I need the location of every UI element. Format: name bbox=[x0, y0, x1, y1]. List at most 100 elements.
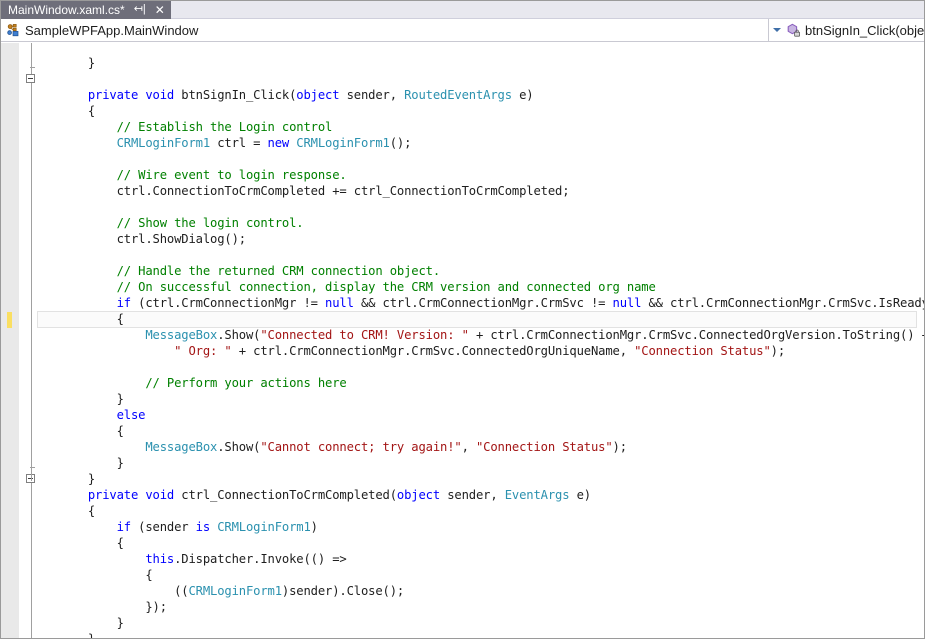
code-token: )sender).Close(); bbox=[281, 584, 405, 598]
code-line[interactable]: { bbox=[30, 503, 95, 519]
code-token: { bbox=[30, 504, 96, 518]
code-line[interactable]: CRMLoginForm1 ctrl = new CRMLoginForm1()… bbox=[30, 135, 412, 151]
code-token: ctrl_ConnectionToCrmCompleted( bbox=[174, 488, 397, 502]
chevron-down-icon[interactable] bbox=[770, 23, 783, 37]
current-line-highlight bbox=[37, 311, 917, 328]
class-icon bbox=[5, 22, 21, 38]
code-token: } bbox=[30, 616, 124, 630]
code-line[interactable]: // Wire event to login response. bbox=[30, 167, 347, 183]
code-line[interactable]: private void btnSignIn_Click(object send… bbox=[30, 87, 534, 103]
code-token: CRMLoginForm1 bbox=[188, 584, 282, 598]
code-token: ); bbox=[612, 440, 628, 454]
code-line[interactable]: }); bbox=[30, 599, 167, 615]
type-dropdown[interactable]: SampleWPFApp.MainWindow bbox=[1, 19, 769, 41]
code-line[interactable]: { bbox=[30, 103, 95, 119]
code-line[interactable]: else bbox=[30, 407, 146, 423]
code-line[interactable]: if (sender is CRMLoginForm1) bbox=[30, 519, 318, 535]
code-line[interactable]: ctrl.ConnectionToCrmCompleted += ctrl_Co… bbox=[30, 183, 570, 199]
code-text-layer[interactable]: } private void btnSignIn_Click(object se… bbox=[1, 43, 924, 638]
code-token: (sender bbox=[130, 520, 196, 534]
code-line[interactable]: // On successful connection, display the… bbox=[30, 279, 656, 295]
code-token: "Connection Status" bbox=[634, 344, 771, 358]
code-line[interactable]: { bbox=[30, 567, 152, 583]
code-line[interactable]: } bbox=[30, 631, 95, 638]
code-token: { bbox=[30, 536, 124, 550]
code-line[interactable]: // Show the login control. bbox=[30, 215, 304, 231]
code-token: // On successful connection, display the… bbox=[116, 280, 656, 294]
code-line[interactable]: // Handle the returned CRM connection ob… bbox=[30, 263, 441, 279]
code-token: (ctrl.CrmConnectionMgr != bbox=[130, 296, 326, 310]
code-line[interactable]: ((CRMLoginForm1)sender).Close(); bbox=[30, 583, 404, 599]
code-token: MessageBox bbox=[145, 440, 218, 454]
document-tab-label: MainWindow.xaml.cs* bbox=[8, 3, 125, 17]
member-dropdown[interactable]: btnSignIn_Click(object bbox=[783, 19, 925, 41]
code-token: sender, bbox=[440, 488, 505, 502]
code-line[interactable]: " Org: " + ctrl.CrmConnectionMgr.CrmSvc.… bbox=[30, 343, 785, 359]
visual-studio-editor-window: MainWindow.xaml.cs* ↤| ✕ SampleWPFApp.Ma… bbox=[0, 0, 925, 639]
code-token: void bbox=[145, 488, 175, 502]
code-token: void bbox=[145, 88, 175, 102]
code-token: + ctrl.CrmConnectionMgr.CrmSvc.Connected… bbox=[231, 344, 635, 358]
pin-icon[interactable]: ↤| bbox=[134, 3, 146, 15]
code-token: // Handle the returned CRM connection ob… bbox=[116, 264, 441, 278]
code-line[interactable]: ctrl.ShowDialog(); bbox=[30, 231, 247, 247]
code-line[interactable]: // Perform your actions here bbox=[30, 375, 346, 391]
code-token: } bbox=[30, 56, 96, 70]
code-line[interactable]: this.Dispatcher.Invoke(() => bbox=[30, 551, 346, 567]
code-line[interactable]: } bbox=[30, 391, 124, 407]
code-token: "Connected to CRM! Version: " bbox=[260, 328, 469, 342]
code-token: }); bbox=[30, 600, 167, 614]
code-line[interactable]: { bbox=[30, 535, 124, 551]
code-token: } bbox=[30, 456, 124, 470]
code-line[interactable]: { bbox=[30, 311, 124, 327]
code-token: private bbox=[87, 488, 139, 502]
code-line[interactable]: if (ctrl.CrmConnectionMgr != null && ctr… bbox=[30, 295, 924, 311]
code-token: && ctrl.CrmConnectionMgr.CrmSvc != bbox=[353, 296, 613, 310]
code-line[interactable]: { bbox=[30, 423, 124, 439]
code-token: , bbox=[461, 440, 476, 454]
code-editor[interactable]: } private void btnSignIn_Click(object se… bbox=[1, 43, 924, 638]
code-token: ctrl.ShowDialog(); bbox=[30, 232, 247, 246]
close-icon[interactable]: ✕ bbox=[155, 4, 165, 16]
member-dropdown-label: btnSignIn_Click(object bbox=[805, 22, 925, 38]
code-token: CRMLoginForm1 bbox=[116, 136, 211, 150]
code-token: if bbox=[116, 520, 132, 534]
code-line[interactable]: MessageBox.Show("Connected to CRM! Versi… bbox=[30, 327, 924, 343]
code-line[interactable]: private void ctrl_ConnectionToCrmComplet… bbox=[30, 487, 591, 503]
code-token: null bbox=[325, 296, 354, 310]
code-token: ) bbox=[310, 520, 318, 534]
code-line[interactable]: // Establish the Login control bbox=[30, 119, 333, 135]
navigation-bar: SampleWPFApp.MainWindow btnSignIn_Click(… bbox=[1, 19, 924, 42]
code-line[interactable]: } bbox=[30, 455, 124, 471]
code-token: new bbox=[267, 136, 290, 150]
code-token: e) bbox=[569, 488, 592, 502]
code-token: (( bbox=[30, 584, 189, 598]
code-token: .Show( bbox=[217, 328, 261, 342]
code-token: // Show the login control. bbox=[116, 216, 304, 230]
code-line[interactable]: } bbox=[30, 471, 95, 487]
code-token: sender, bbox=[339, 88, 405, 102]
code-token: ); bbox=[770, 344, 786, 358]
document-tab-mainwindow-xaml-cs[interactable]: MainWindow.xaml.cs* ↤| ✕ bbox=[1, 1, 171, 19]
code-line[interactable]: } bbox=[30, 615, 124, 631]
code-line[interactable]: MessageBox.Show("Cannot connect; try aga… bbox=[30, 439, 627, 455]
code-token: this bbox=[145, 552, 175, 566]
code-token: object bbox=[396, 488, 441, 502]
code-token: .Dispatcher.Invoke(() => bbox=[174, 552, 347, 566]
code-line[interactable]: } bbox=[30, 55, 95, 71]
code-token: else bbox=[116, 408, 146, 422]
document-tab-strip: MainWindow.xaml.cs* ↤| ✕ bbox=[1, 1, 924, 19]
code-token: } bbox=[30, 632, 95, 638]
code-token: } bbox=[30, 392, 124, 406]
code-token: "Connection Status" bbox=[475, 440, 613, 454]
